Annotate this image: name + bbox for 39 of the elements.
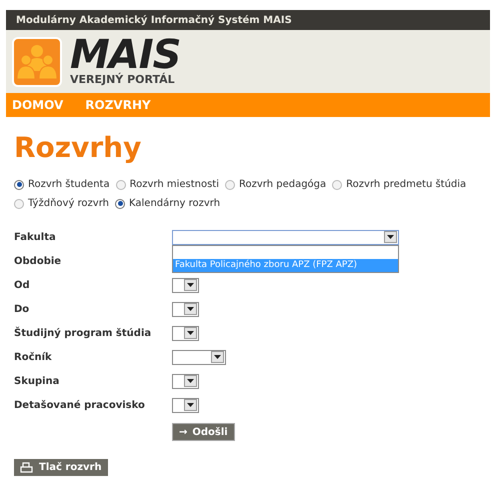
radio-button[interactable]: [116, 180, 126, 190]
radio-button[interactable]: [14, 180, 24, 190]
radio-label: Kalendárny rozvrh: [129, 197, 220, 211]
radio-button[interactable]: [332, 180, 342, 190]
radio-label: Rozvrh pedagóga: [239, 178, 326, 192]
print-button[interactable]: Tlač rozvrh: [14, 459, 108, 476]
radio-label: Týždňový rozvrh: [28, 197, 109, 211]
dropdown-field[interactable]: [172, 398, 199, 412]
field-label: Obdobie: [14, 254, 62, 268]
page-title: Rozvrhy: [14, 131, 142, 165]
dropdown-field[interactable]: [172, 326, 199, 340]
radio-label: Rozvrh miestnosti: [130, 178, 219, 192]
radio-label: Rozvrh študenta: [28, 178, 110, 192]
field-label: Fakulta: [14, 230, 57, 244]
dropdown-field[interactable]: [172, 350, 226, 364]
field-label: Detašované pracovisko: [14, 398, 146, 412]
field-label: Do: [14, 302, 30, 316]
field-label: Študijný program štúdia: [14, 326, 152, 340]
dropdown-field[interactable]: [172, 302, 199, 316]
arrow-glyph: →: [179, 426, 188, 440]
field-label: Ročník: [14, 350, 53, 364]
field-label: Od: [14, 278, 31, 292]
field-label: Skupina: [14, 374, 60, 388]
dropdown-field[interactable]: [172, 278, 199, 292]
top-bar-title: Modulárny Akademický Informačný Systém MAIS: [16, 14, 292, 28]
logo-wordmark: MAIS: [70, 36, 180, 72]
dropdown-option[interactable]: Fakulta Policajného zboru APZ (FPZ APZ): [173, 259, 398, 272]
radio-button[interactable]: [115, 198, 125, 208]
radio-button[interactable]: [225, 180, 235, 190]
people-logo-icon: [12, 36, 62, 86]
submit-button[interactable]: → Odošli: [172, 423, 235, 441]
dropdown-field[interactable]: [172, 374, 199, 388]
printer-icon: [20, 462, 33, 473]
dropdown-field[interactable]: [172, 230, 399, 244]
radio-button[interactable]: [14, 198, 24, 208]
nav-link[interactable]: DOMOV: [12, 96, 64, 114]
nav-link[interactable]: ROZVRHY: [85, 96, 151, 114]
radio-label: Rozvrh predmetu štúdia: [346, 178, 466, 192]
logo-subtitle: VEREJNÝ PORTÁL: [70, 72, 176, 86]
